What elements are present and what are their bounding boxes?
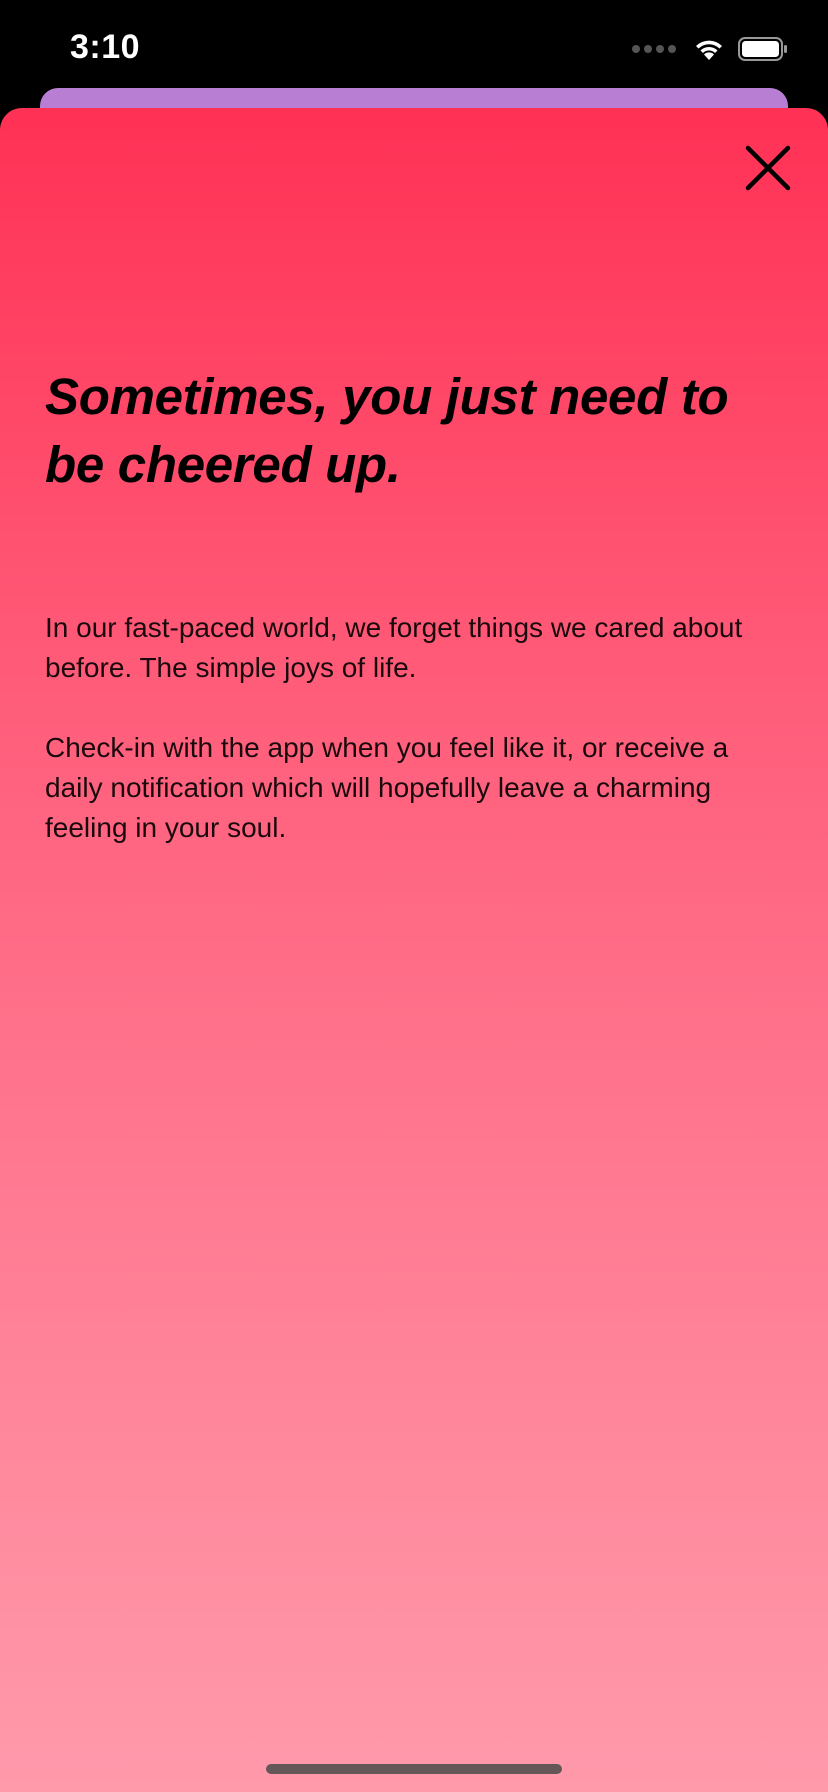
headline: Sometimes, you just need to be cheered u…	[45, 368, 729, 493]
intro-paragraph: In our fast-paced world, we forget thing…	[45, 612, 743, 683]
battery-icon	[738, 37, 787, 61]
status-icons	[632, 34, 788, 64]
close-button[interactable]	[738, 138, 798, 198]
home-indicator[interactable]	[266, 1764, 562, 1774]
cellular-signal-icon	[632, 45, 676, 53]
wifi-icon	[696, 40, 722, 60]
status-bar: 3:10	[0, 0, 828, 96]
close-icon	[745, 145, 791, 191]
modal-sheet: Sometimes, you just need to be cheered u…	[0, 108, 828, 1792]
status-time: 3:10	[70, 28, 141, 66]
screen: 3:10 Sometimes, you just need to be chee…	[0, 0, 828, 1792]
checkin-paragraph: Check-in with the app when you feel like…	[45, 732, 729, 843]
